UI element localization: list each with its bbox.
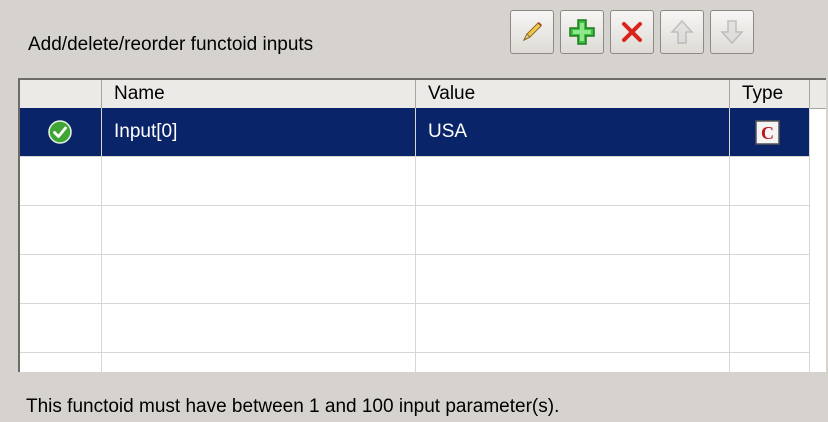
constant-c-icon: C [755,120,780,145]
status-cell[interactable] [20,255,102,304]
inputs-grid: Name Value Type Input[0] USA C [18,78,826,372]
status-cell[interactable] [20,157,102,206]
column-header-type[interactable]: Type [730,80,810,108]
footer-message: This functoid must have between 1 and 10… [26,396,560,417]
status-cell[interactable] [20,108,102,157]
svg-text:C: C [761,123,774,143]
type-cell[interactable] [730,353,810,372]
table-row[interactable] [20,353,826,372]
type-cell[interactable] [730,206,810,255]
value-cell[interactable]: USA [416,108,730,157]
green-check-icon [48,120,72,144]
name-cell[interactable] [102,353,416,372]
table-row[interactable] [20,255,826,304]
type-cell[interactable] [730,255,810,304]
arrow-up-icon [670,19,694,44]
table-row[interactable]: Input[0] USA C [20,108,826,157]
type-cell[interactable]: C [730,108,810,157]
value-cell[interactable] [416,157,730,206]
move-down-button[interactable] [710,10,754,54]
table-row[interactable] [20,157,826,206]
value-cell[interactable] [416,255,730,304]
red-x-icon [622,22,642,42]
name-cell[interactable] [102,304,416,353]
name-cell[interactable] [102,255,416,304]
green-plus-icon [569,19,595,45]
arrow-down-icon [720,20,744,45]
grid-header: Name Value Type [20,80,826,109]
edit-button[interactable] [510,10,554,54]
move-up-button[interactable] [660,10,704,54]
panel-title: Add/delete/reorder functoid inputs [28,34,314,55]
column-header-name[interactable]: Name [102,80,416,108]
column-header-status[interactable] [20,80,102,108]
status-cell[interactable] [20,353,102,372]
value-cell[interactable] [416,304,730,353]
value-cell[interactable] [416,206,730,255]
toolbar [510,10,754,54]
type-cell[interactable] [730,304,810,353]
column-header-value[interactable]: Value [416,80,730,108]
status-cell[interactable] [20,206,102,255]
add-button[interactable] [560,10,604,54]
value-cell[interactable] [416,353,730,372]
pencil-icon [522,22,542,42]
table-row[interactable] [20,304,826,353]
name-cell[interactable]: Input[0] [102,108,416,157]
table-row[interactable] [20,206,826,255]
delete-button[interactable] [610,10,654,54]
type-cell[interactable] [730,157,810,206]
status-cell[interactable] [20,304,102,353]
name-cell[interactable] [102,206,416,255]
name-cell[interactable] [102,157,416,206]
